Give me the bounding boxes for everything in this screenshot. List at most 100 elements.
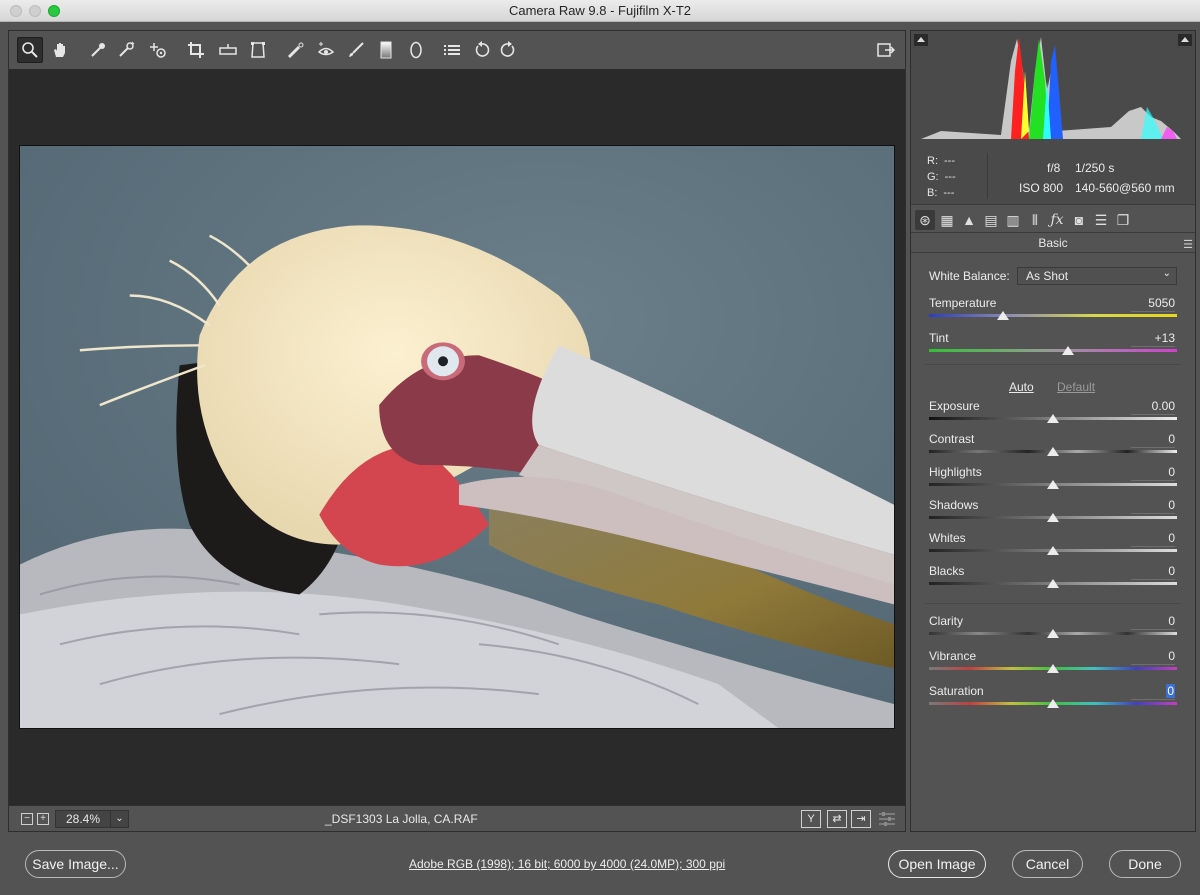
save-image-button[interactable]: Save Image... (25, 850, 126, 878)
adjustment-brush-tool[interactable] (343, 37, 369, 63)
highlights-slider-thumb[interactable] (1047, 480, 1059, 489)
highlights-value-field[interactable]: 0 (1131, 465, 1175, 481)
whites-value: 0 (1168, 531, 1175, 545)
exposure-slider-thumb[interactable] (1047, 414, 1059, 423)
magnifier-icon (22, 42, 38, 58)
tab-split-toning[interactable]: ▥ (1003, 210, 1023, 230)
tab-tone-curve[interactable]: ▦ (937, 210, 957, 230)
exposure-value-field[interactable]: 0.00 (1131, 399, 1175, 415)
preferences-tool[interactable] (439, 37, 465, 63)
chevron-down-icon: ⌄ (1162, 268, 1171, 279)
contrast-value-field[interactable]: 0 (1131, 432, 1175, 448)
shadows-value-field[interactable]: 0 (1131, 498, 1175, 514)
saturation-slider-thumb[interactable] (1047, 699, 1059, 708)
photo-preview[interactable] (19, 145, 895, 729)
transform-tool[interactable] (245, 37, 271, 63)
radial-filter-icon (410, 41, 422, 59)
shadows-label: Shadows (929, 498, 979, 512)
blacks-label: Blacks (929, 564, 965, 578)
workflow-options-link[interactable]: Adobe RGB (1998); 16 bit; 6000 by 4000 (… (409, 857, 725, 871)
whites-value-field[interactable]: 0 (1131, 531, 1175, 547)
contrast-value: 0 (1168, 432, 1175, 446)
crop-tool[interactable] (183, 37, 209, 63)
hand-icon (54, 43, 65, 57)
vibrance-slider-thumb[interactable] (1047, 664, 1059, 673)
white-balance-tool[interactable] (85, 37, 111, 63)
tint-value-field[interactable]: +13 (1131, 331, 1175, 347)
highlights-value: 0 (1168, 465, 1175, 479)
status-bar: − + 28.4% ⌄ _DSF1303 La Jolla, CA.RAF Y … (9, 805, 905, 831)
r-value: --- (944, 155, 955, 167)
zoom-in-button[interactable]: + (37, 813, 49, 825)
contrast-slider-thumb[interactable] (1047, 447, 1059, 456)
target-adjust-icon (150, 43, 166, 58)
straighten-tool[interactable] (215, 37, 241, 63)
tint-slider-thumb[interactable] (1061, 346, 1074, 355)
toggle-settings-icon[interactable] (877, 811, 897, 827)
copy-settings-button[interactable]: ⇥ (851, 810, 871, 828)
open-image-button[interactable]: Open Image (888, 850, 986, 878)
targeted-adjustment-tool[interactable] (145, 37, 171, 63)
temperature-slider-thumb[interactable] (997, 311, 1010, 320)
blacks-value-field[interactable]: 0 (1131, 564, 1175, 580)
default-button[interactable]: Default (1057, 380, 1095, 394)
graduated-filter-tool[interactable] (373, 37, 399, 63)
panel-tabs: ⊛ ▦ ▲ ▤ ▥ ⦀ ƒx ◙ ☰ ❐ (911, 207, 1195, 233)
cancel-button[interactable]: Cancel (1012, 850, 1083, 878)
rotate-right-button[interactable] (495, 37, 521, 63)
tab-basic[interactable]: ⊛ (915, 210, 935, 230)
rotate-left-button[interactable] (469, 37, 495, 63)
zoom-out-button[interactable]: − (21, 813, 33, 825)
color-sampler-icon (119, 41, 135, 57)
tint-slider-track[interactable] (929, 349, 1177, 352)
image-canvas[interactable] (9, 69, 905, 805)
saturation-value-field[interactable]: 0 (1131, 684, 1175, 700)
shadows-slider-thumb[interactable] (1047, 513, 1059, 522)
tab-presets[interactable]: ☰ (1091, 210, 1111, 230)
white-balance-select[interactable]: As Shot ⌄ (1017, 267, 1177, 285)
clarity-slider-thumb[interactable] (1047, 629, 1059, 638)
radial-filter-tool[interactable] (403, 37, 429, 63)
rotate-right-icon (500, 41, 515, 57)
vibrance-value: 0 (1168, 649, 1175, 663)
tab-snapshots[interactable]: ❐ (1113, 210, 1133, 230)
white-balance-value: As Shot (1026, 269, 1069, 283)
color-sampler-tool[interactable] (113, 37, 139, 63)
swap-before-after-button[interactable]: ⇄ (827, 810, 847, 828)
temperature-value-field[interactable]: 5050 (1131, 296, 1175, 312)
tab-detail[interactable]: ▲ (959, 210, 979, 230)
fullscreen-toggle-button[interactable] (873, 37, 899, 63)
whites-slider-thumb[interactable] (1047, 546, 1059, 555)
tab-camera-calibration[interactable]: ◙ (1069, 210, 1089, 230)
exposure-value: 0.00 (1151, 399, 1175, 413)
spot-removal-tool[interactable] (283, 37, 309, 63)
split-tone-icon: ▥ (1006, 211, 1020, 228)
temperature-slider-track[interactable] (929, 314, 1177, 317)
tab-lens-corrections[interactable]: ⦀ (1025, 210, 1045, 230)
g-label: G: (927, 171, 939, 183)
temperature-value: 5050 (1148, 296, 1175, 310)
contrast-label: Contrast (929, 432, 975, 446)
tab-hsl[interactable]: ▤ (981, 210, 1001, 230)
tab-effects[interactable]: ƒx (1047, 210, 1067, 230)
spot-heal-icon (287, 42, 304, 59)
zoom-tool[interactable] (17, 37, 43, 63)
shadow-clipping-icon[interactable] (914, 34, 928, 46)
done-button[interactable]: Done (1109, 850, 1181, 878)
aperture: f/8 (1047, 161, 1061, 175)
before-after-view-button[interactable]: Y (801, 810, 821, 828)
file-name: _DSF1303 La Jolla, CA.RAF (325, 812, 478, 826)
highlight-clipping-icon[interactable] (1178, 34, 1192, 46)
lens: 140-560@560 mm (1075, 181, 1175, 195)
b-label: B: (927, 187, 938, 199)
blacks-slider-thumb[interactable] (1047, 579, 1059, 588)
zoom-level-select[interactable]: 28.4% ⌄ (55, 810, 129, 828)
panel-menu-icon[interactable]: ☰ (1183, 238, 1193, 251)
vibrance-value-field[interactable]: 0 (1131, 649, 1175, 665)
auto-button[interactable]: Auto (1009, 380, 1034, 394)
clarity-value-field[interactable]: 0 (1131, 614, 1175, 630)
hand-tool[interactable] (47, 37, 73, 63)
saturation-label: Saturation (929, 684, 984, 698)
highlights-label: Highlights (929, 465, 982, 479)
red-eye-removal-tool[interactable] (313, 37, 339, 63)
